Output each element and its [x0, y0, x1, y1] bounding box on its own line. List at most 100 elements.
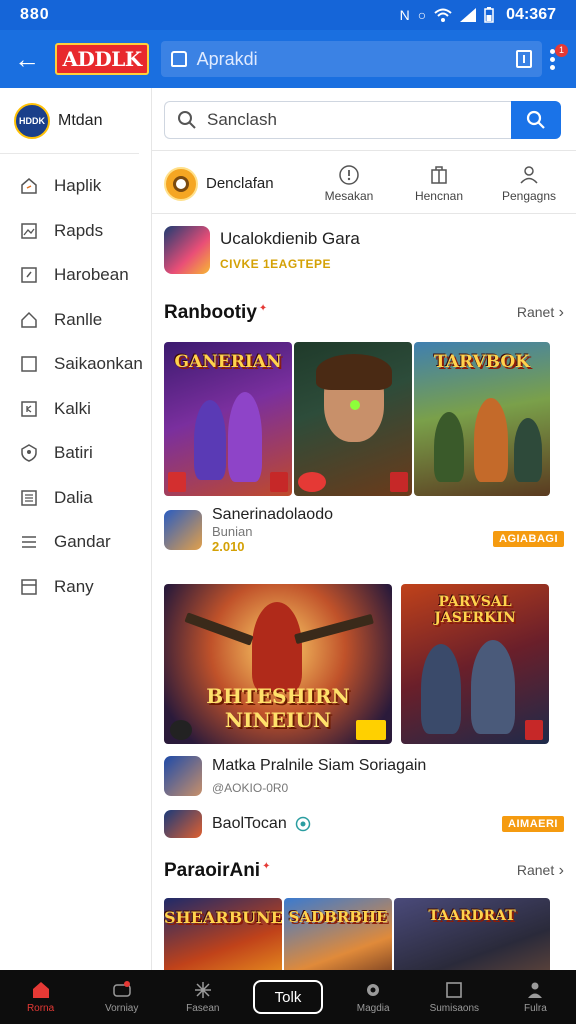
section-header-1: Ranbootiy ✦ Ranet [164, 302, 564, 324]
sidebar-item-label: Gandar [54, 532, 111, 552]
sparkle-icon: ✦ [262, 860, 271, 872]
app-logo: ADDLK [55, 43, 149, 75]
app-name: Sanerinadolaodo [212, 506, 333, 523]
game-tile[interactable] [294, 342, 412, 496]
home-icon [20, 177, 38, 195]
nav-center-button[interactable]: Tolk [252, 980, 323, 1014]
sidebar-item-label: Haplik [54, 176, 102, 196]
window-icon [20, 578, 38, 596]
more-menu-icon[interactable]: 1 [542, 44, 568, 72]
nav-fulra[interactable]: Fulra [495, 980, 576, 1014]
search-input[interactable]: Sanclash [164, 101, 511, 139]
sidebar-item-1[interactable]: Rapds [0, 209, 151, 254]
category-primary[interactable]: Denclafan [152, 166, 304, 201]
app-icon [164, 756, 202, 796]
tab-hencnan[interactable]: Hencnan [394, 164, 484, 203]
nav-home[interactable]: Rorna [0, 980, 81, 1014]
app-list-item[interactable]: Sanerinadolaodo Bunian 2.010 AGIABAGI [164, 506, 564, 554]
sidebar-item-4[interactable]: Saikaonkan [0, 342, 151, 387]
nav-games[interactable]: Vorniay [81, 980, 162, 1014]
search-placeholder: Sanclash [207, 110, 277, 129]
tile-title: TAARDRAT [428, 908, 516, 924]
sidebar-item-label: Rany [54, 576, 94, 596]
tab-label: Mesakan [324, 189, 374, 203]
app-list-item[interactable]: BaolTocan AIMAERI [164, 810, 564, 838]
nav-label: Sumisaons [429, 1003, 480, 1014]
game-tile[interactable]: TARVBOK [414, 342, 550, 496]
avatar: HDDK [14, 102, 50, 139]
nav-sumisaons[interactable]: Sumisaons [414, 980, 495, 1014]
sidebar-nav: Haplik Rapds Harobean Ranlle Saikaonkan … [0, 154, 151, 609]
sidebar-item-label: Saikaonkan [54, 354, 143, 374]
rating-chip [525, 720, 543, 740]
app-developer: Bunian [212, 524, 253, 539]
section-more-link[interactable]: Ranet [517, 304, 564, 322]
vibrate-icon: ○ [417, 7, 427, 23]
house-icon [20, 311, 38, 329]
game-tile-large[interactable]: PARVSAL JASERKIN [401, 584, 549, 744]
featured-app-thumbnail [164, 226, 210, 274]
rating-chip [270, 472, 288, 492]
home-icon [32, 982, 49, 998]
sidebar-item-label: Harobean [54, 265, 129, 285]
section-title: Ranbootiy [164, 302, 257, 323]
rating-chip [298, 472, 326, 492]
game-tile-large[interactable]: BHTESHIRN NINEIUN [164, 584, 392, 744]
category-primary-label: Denclafan [206, 175, 274, 192]
featured-app[interactable]: Ucalokdienib Gara CIVKE 1EAGTEPE [164, 222, 564, 278]
nav-fasean[interactable]: Fasean [162, 980, 243, 1014]
notification-badge: 1 [555, 44, 568, 57]
rating-chip [168, 472, 186, 492]
app-tag-badge: AIMAERI [502, 816, 564, 832]
rating-chip [170, 720, 192, 740]
nav-center[interactable]: Tolk [243, 980, 332, 1014]
app-list-item[interactable]: Matka Pralnile Siam Soriagain @AOKIO-0R0 [164, 756, 564, 796]
back-arrow-icon[interactable]: ← [14, 44, 43, 75]
battery-icon [484, 7, 494, 23]
sidebar-profile[interactable]: HDDK Mtdan [0, 88, 139, 154]
home-outline-icon [170, 51, 187, 67]
verified-icon [295, 816, 310, 832]
image-icon [20, 222, 38, 240]
game-tile[interactable]: TAARDRAT [394, 898, 550, 970]
app-search-placeholder: Aprakdi [196, 48, 258, 69]
sidebar-item-9[interactable]: Rany [0, 565, 151, 610]
nav-magdia[interactable]: Magdia [333, 980, 414, 1014]
app-icon [164, 810, 202, 838]
game-tile[interactable]: GANERIAN [164, 342, 292, 496]
app-icon [164, 510, 202, 550]
sidebar-item-6[interactable]: Batiri [0, 431, 151, 476]
sidebar-item-0[interactable]: Haplik [0, 164, 151, 209]
app-search-bar[interactable]: Aprakdi [160, 41, 543, 77]
search-icon [178, 111, 196, 129]
alert-circle-icon [339, 165, 359, 185]
sidebar-item-label: Batiri [54, 443, 93, 463]
game-tile[interactable]: SADBRBHE [284, 898, 392, 970]
sidebar: HDDK Mtdan Haplik Rapds Harobean Ranlle [0, 88, 152, 970]
section-more-link[interactable]: Ranet [517, 862, 564, 880]
tab-pengagns[interactable]: Pengagns [484, 164, 574, 203]
square-icon [20, 355, 38, 373]
sidebar-item-label: Dalia [54, 487, 93, 507]
app-version: 2.010 [212, 539, 245, 554]
square-icon [446, 982, 463, 998]
tab-switch-icon[interactable] [516, 50, 533, 68]
nav-label: Fulra [524, 1003, 547, 1014]
app-tag-badge: AGIABAGI [493, 531, 564, 547]
sidebar-item-label: Kalki [54, 398, 91, 418]
rating-chip [390, 472, 408, 492]
sidebar-item-2[interactable]: Harobean [0, 253, 151, 298]
game-tile[interactable]: SHEARBUNE [164, 898, 282, 970]
app-bar: ← ADDLK Aprakdi 1 [0, 30, 576, 88]
nav-label: Vorniay [105, 1003, 139, 1014]
sidebar-item-5[interactable]: Kalki [0, 387, 151, 432]
tile-title: SADBRBHE [288, 908, 388, 926]
search-button[interactable] [511, 101, 561, 139]
store-search: Sanclash [164, 101, 561, 139]
sidebar-item-8[interactable]: Gandar [0, 520, 151, 565]
sidebar-item-7[interactable]: Dalia [0, 476, 151, 521]
edit-box-icon [20, 266, 38, 284]
tab-mesakan[interactable]: Mesakan [304, 164, 394, 203]
main-content: Sanclash Denclafan Mesakan Hencnan Penga… [152, 88, 576, 970]
sidebar-item-3[interactable]: Ranlle [0, 298, 151, 343]
